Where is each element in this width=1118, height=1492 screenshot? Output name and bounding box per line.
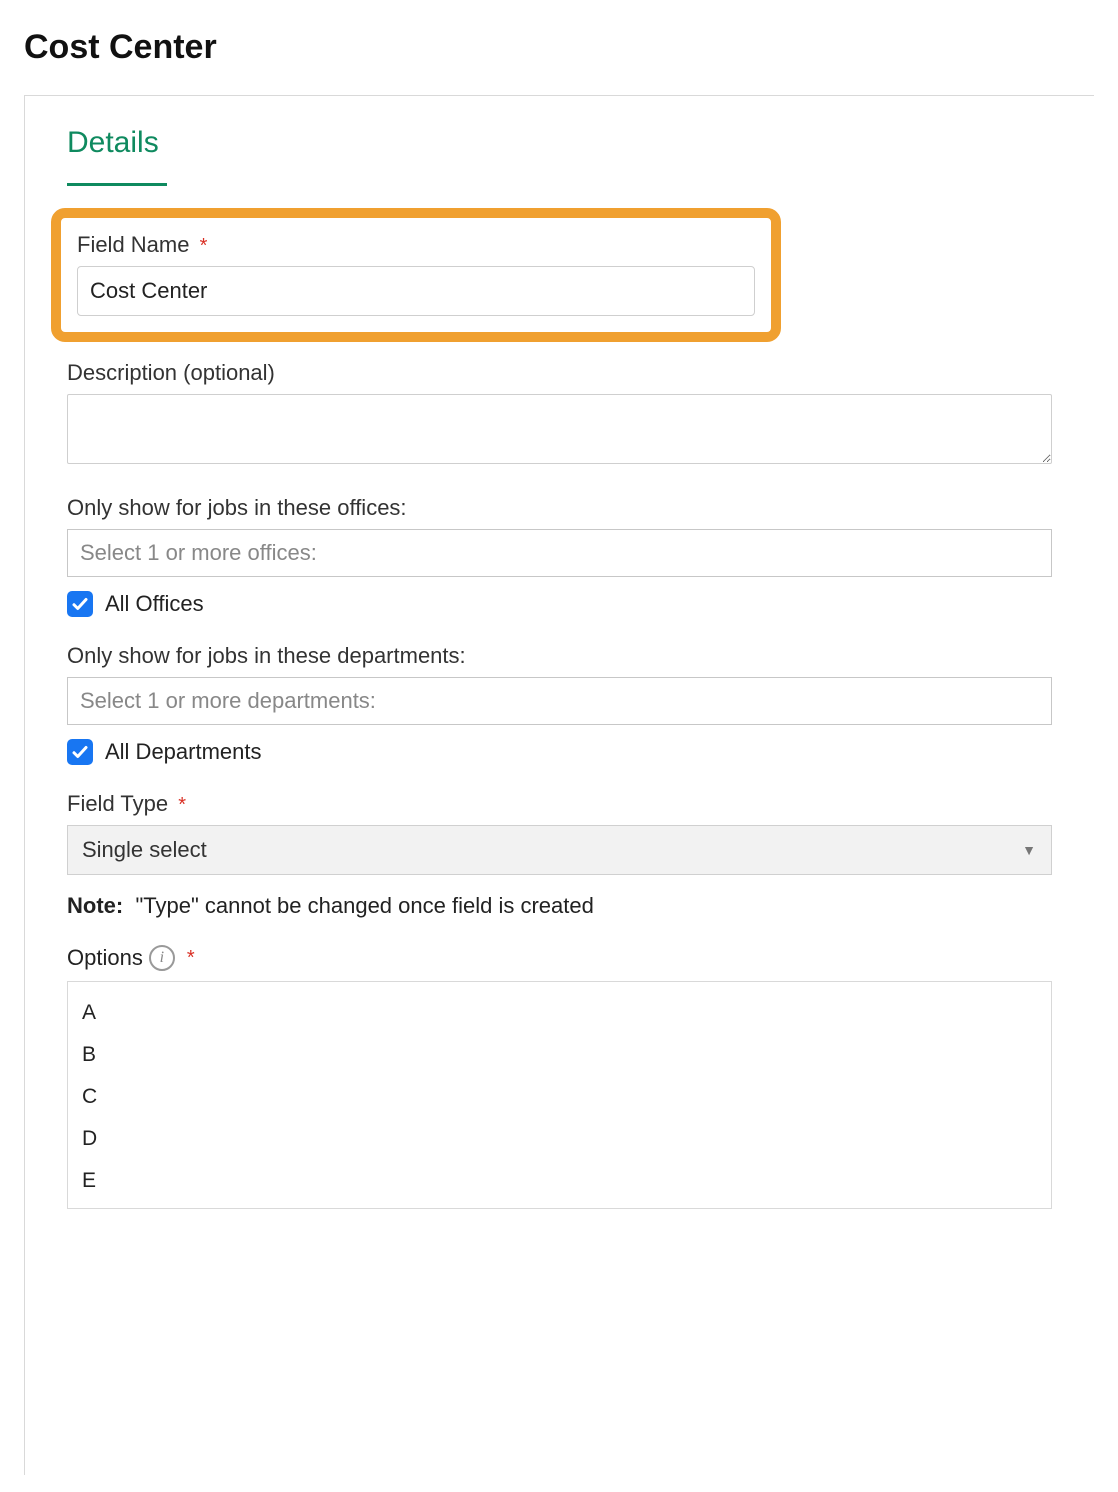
options-label: Options (67, 945, 143, 971)
field-type-field: Field Type * Single select ▼ (67, 791, 1052, 875)
option-item[interactable]: C (82, 1076, 1037, 1118)
required-star-icon: * (187, 947, 195, 970)
all-departments-label: All Departments (105, 739, 262, 765)
description-label: Description (optional) (67, 360, 1052, 386)
field-name-input[interactable] (77, 266, 755, 316)
field-type-note: Note: "Type" cannot be changed once fiel… (67, 893, 1052, 919)
note-text: "Type" cannot be changed once field is c… (135, 893, 593, 918)
description-field: Description (optional) (67, 360, 1052, 469)
field-name-highlight: Field Name * (51, 208, 781, 342)
field-name-label: Field Name * (77, 232, 755, 258)
all-departments-checkbox-row[interactable]: All Departments (67, 739, 1052, 765)
info-icon[interactable]: i (149, 945, 175, 971)
note-prefix: Note: (67, 893, 123, 918)
required-star-icon: * (200, 235, 208, 257)
option-item[interactable]: A (82, 992, 1037, 1034)
required-star-icon: * (178, 794, 186, 816)
field-type-select-wrap: Single select ▼ (67, 825, 1052, 875)
page-title: Cost Center (24, 28, 1094, 67)
all-offices-label: All Offices (105, 591, 204, 617)
departments-label: Only show for jobs in these departments: (67, 643, 1052, 669)
departments-multiselect[interactable]: Select 1 or more departments: (67, 677, 1052, 725)
field-type-label: Field Type * (67, 791, 1052, 817)
option-item[interactable]: E (82, 1160, 1037, 1202)
options-box: A B C D E (67, 981, 1052, 1209)
checkbox-checked-icon (67, 591, 93, 617)
details-panel: Details Field Name * Description (option… (24, 95, 1094, 1475)
field-type-label-text: Field Type (67, 791, 168, 816)
departments-field: Only show for jobs in these departments:… (67, 643, 1052, 765)
offices-field: Only show for jobs in these offices: Sel… (67, 495, 1052, 617)
option-item[interactable]: D (82, 1118, 1037, 1160)
tab-details[interactable]: Details (67, 126, 159, 172)
checkbox-checked-icon (67, 739, 93, 765)
field-name-label-text: Field Name (77, 232, 189, 257)
field-type-select[interactable]: Single select (67, 825, 1052, 875)
options-label-row: Options i * (67, 945, 1052, 971)
all-offices-checkbox-row[interactable]: All Offices (67, 591, 1052, 617)
option-item[interactable]: B (82, 1034, 1037, 1076)
offices-label: Only show for jobs in these offices: (67, 495, 1052, 521)
offices-multiselect[interactable]: Select 1 or more offices: (67, 529, 1052, 577)
description-textarea[interactable] (67, 394, 1052, 464)
tabs: Details (67, 126, 1052, 172)
